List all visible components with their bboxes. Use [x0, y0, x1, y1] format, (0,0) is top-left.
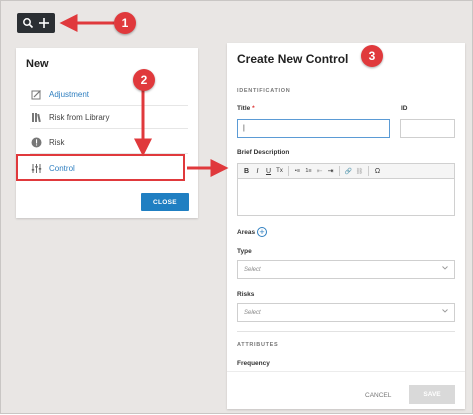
numbered-list-button[interactable]: 1≡: [303, 165, 314, 177]
outdent-button[interactable]: ⇤: [314, 165, 325, 177]
add-icon[interactable]: [38, 17, 50, 29]
risks-select[interactable]: Select: [237, 303, 455, 322]
indent-button[interactable]: ⇥: [325, 165, 336, 177]
top-toolbar: [17, 13, 55, 33]
new-item-label: Adjustment: [49, 90, 90, 99]
chevron-down-icon: [442, 309, 448, 315]
toolbar-divider: [288, 166, 289, 176]
create-control-panel: Create New Control IDENTIFICATION Title …: [227, 43, 465, 409]
library-icon: [30, 112, 42, 124]
risks-field-label: Risks: [237, 291, 255, 298]
clear-format-button[interactable]: Tx: [274, 165, 285, 177]
text-cursor: |: [243, 125, 245, 132]
annotation-badge-2: 2: [133, 69, 155, 91]
areas-field-label: Areas: [237, 229, 256, 236]
add-area-icon[interactable]: +: [257, 227, 267, 237]
underline-button[interactable]: U: [263, 165, 274, 177]
type-field-label: Type: [237, 248, 252, 255]
rich-text-toolbar: B I U Tx •≡ 1≡ ⇤ ⇥ 🔗 ⛓ Ω: [237, 163, 455, 179]
title-label-text: Title: [237, 105, 251, 112]
title-field-label: Title *: [237, 105, 255, 112]
identification-section-label: IDENTIFICATION: [237, 88, 291, 94]
panel-title: Create New Control: [237, 52, 349, 66]
annotation-badge-3: 3: [361, 45, 383, 67]
panel-footer: CANCEL SAVE: [227, 371, 465, 409]
control-highlight-box: [16, 154, 185, 181]
new-item-risk-from-library[interactable]: Risk from Library: [30, 107, 188, 129]
id-field-label: ID: [401, 105, 408, 112]
description-editor[interactable]: [237, 179, 455, 216]
bullet-list-button[interactable]: •≡: [292, 165, 303, 177]
toolbar-divider: [368, 166, 369, 176]
unlink-button[interactable]: ⛓: [354, 165, 365, 177]
annotation-badge-1: 1: [114, 12, 136, 34]
new-panel-title: New: [26, 58, 49, 70]
title-input[interactable]: |: [237, 119, 390, 138]
toolbar-divider: [339, 166, 340, 176]
section-divider: [237, 331, 455, 332]
id-input[interactable]: [400, 119, 455, 138]
new-item-label: Risk from Library: [49, 113, 110, 122]
new-item-adjustment[interactable]: Adjustment: [30, 84, 188, 106]
save-button[interactable]: SAVE: [409, 385, 455, 404]
risk-icon: [30, 137, 42, 149]
bold-button[interactable]: B: [241, 165, 252, 177]
risks-select-placeholder: Select: [244, 310, 261, 316]
screenshot-frame: New Adjustment Risk from Library Risk Co…: [0, 0, 473, 414]
type-select[interactable]: Select: [237, 260, 455, 279]
adjustment-icon: [30, 89, 42, 101]
attributes-section-label: ATTRIBUTES: [237, 342, 279, 348]
italic-button[interactable]: I: [252, 165, 263, 177]
cancel-button[interactable]: CANCEL: [365, 392, 391, 399]
frequency-field-label: Frequency: [237, 360, 270, 367]
chevron-down-icon: [442, 266, 448, 272]
description-field-label: Brief Description: [237, 149, 290, 156]
type-select-placeholder: Select: [244, 267, 261, 273]
required-mark: *: [252, 105, 255, 112]
new-item-risk[interactable]: Risk: [30, 132, 188, 154]
link-button[interactable]: 🔗: [343, 165, 354, 177]
new-item-label: Risk: [49, 138, 65, 147]
close-button[interactable]: CLOSE: [141, 193, 189, 211]
search-icon[interactable]: [22, 17, 34, 29]
new-panel: New Adjustment Risk from Library Risk Co…: [16, 48, 198, 218]
special-char-button[interactable]: Ω: [372, 165, 383, 177]
